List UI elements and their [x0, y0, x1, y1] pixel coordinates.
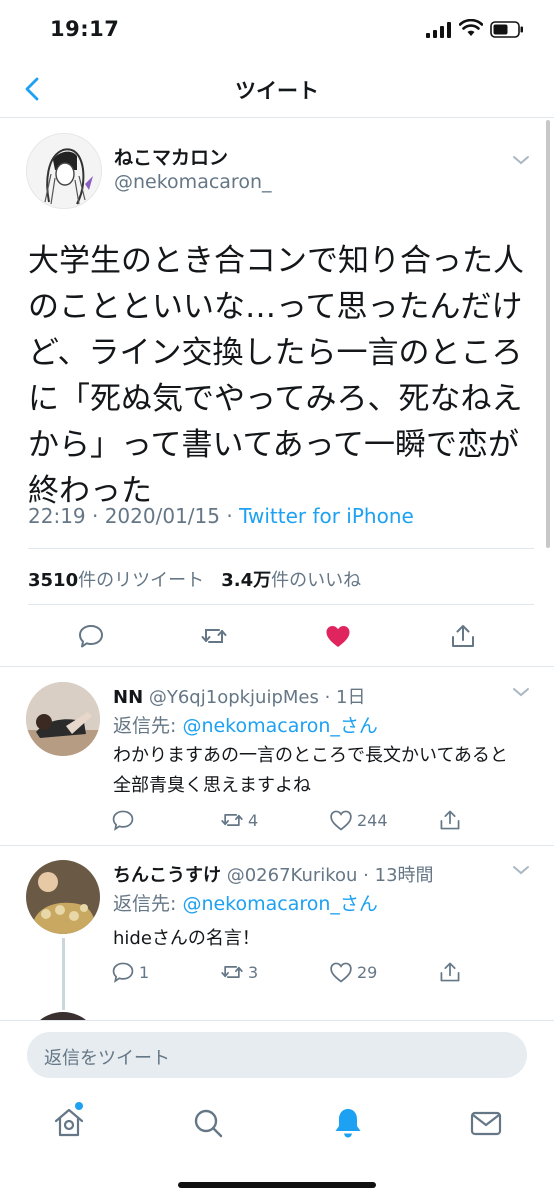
page-title: ツイート	[235, 79, 319, 103]
retweet-icon	[221, 814, 243, 826]
battery-icon	[490, 21, 523, 38]
tweet-timestamp: 22:19 · 2020/01/15 ·	[28, 504, 240, 528]
retweet-count: 4	[248, 810, 259, 830]
like-icon	[330, 962, 352, 983]
status-time: 19:17	[50, 17, 120, 41]
chevron-down-icon[interactable]	[511, 863, 531, 877]
signal-icon	[426, 22, 451, 38]
like-count: 29	[357, 962, 378, 982]
reply-input[interactable]: 返信をツイート	[27, 1032, 527, 1078]
chevron-down-icon[interactable]	[511, 685, 531, 699]
like-filled-icon[interactable]	[324, 622, 352, 650]
reply-reply-button[interactable]	[111, 808, 139, 832]
likes-label[interactable]: 件のいいね	[271, 570, 361, 591]
home-unread-dot	[75, 1102, 83, 1110]
divider	[0, 845, 554, 846]
home-indicator[interactable]	[178, 1182, 376, 1188]
divider	[0, 666, 554, 667]
reply-composer-bar: 返信をツイート	[0, 1020, 554, 1096]
likes-count[interactable]: 3.4万	[221, 570, 271, 591]
divider	[28, 548, 534, 549]
scrollbar[interactable]	[546, 120, 550, 548]
status-bar: 19:17	[0, 0, 554, 60]
retweet-count: 3	[248, 962, 259, 982]
notifications-icon[interactable]	[331, 1106, 365, 1140]
share-icon[interactable]	[449, 622, 477, 650]
avatar-illustration	[27, 134, 101, 208]
search-icon[interactable]	[191, 1106, 225, 1140]
reply-text: わかりますあの一言のところで長文かいてあると全部青臭く思えますよね	[113, 745, 508, 796]
reply-input-placeholder: 返信をツイート	[44, 1048, 170, 1069]
retweets-label[interactable]: 件のリツイート	[78, 570, 204, 591]
share-icon	[440, 810, 460, 830]
reply-like-button[interactable]: 244	[329, 808, 388, 832]
reply-mention-link[interactable]: @nekomacaron_さん	[182, 715, 377, 737]
reply-avatar[interactable]	[26, 682, 100, 756]
reply-author-name[interactable]: ちんこうすけ	[113, 865, 221, 886]
wifi-icon	[459, 19, 483, 36]
reply-context: 返信先: @nekomacaron_さん	[113, 889, 378, 916]
author-name[interactable]: ねこマカロン	[114, 143, 228, 170]
reply-author-name[interactable]: NN	[113, 687, 143, 708]
reply-prefix: 返信先:	[113, 715, 183, 737]
reply-header: ちんこうすけ @0267Kurikou · 13時間	[113, 861, 434, 887]
reply-icon	[112, 962, 134, 983]
reply-like-button[interactable]: 29	[329, 960, 377, 984]
reply-avatar[interactable]	[26, 860, 100, 934]
tweet-source-link[interactable]: Twitter for iPhone	[239, 504, 414, 528]
retweets-count[interactable]: 3510	[28, 570, 78, 591]
reply-prefix: 返信先:	[113, 893, 183, 915]
tweet-text: 大学生のとき合コンで知り合った人のことといいな…って思ったんだけど、ライン交換し…	[28, 243, 524, 509]
thread-connector	[62, 938, 65, 1010]
reply-retweet-button[interactable]: 3	[220, 960, 258, 984]
reply-text: hideさんの名言！	[113, 928, 260, 949]
retweet-icon	[221, 966, 243, 978]
author-handle[interactable]: @nekomacaron_	[114, 171, 271, 193]
reply-avatar-photo	[26, 682, 100, 756]
reply-context: 返信先: @nekomacaron_さん	[113, 711, 378, 738]
divider	[28, 604, 534, 605]
home-icon[interactable]	[52, 1106, 86, 1140]
reply-count: 1	[139, 962, 150, 982]
author-avatar[interactable]	[26, 133, 102, 209]
messages-icon[interactable]	[469, 1106, 503, 1140]
reply-handle-time[interactable]: @Y6qj1opkjuipMes · 1日	[143, 687, 366, 708]
reply-share-button[interactable]	[438, 808, 462, 832]
reply-icon	[112, 810, 134, 831]
retweet-icon[interactable]	[200, 622, 228, 650]
reply-retweet-button[interactable]: 4	[220, 808, 258, 832]
nav-bar: ツイート	[0, 60, 554, 118]
reply-handle-time[interactable]: @0267Kurikou · 13時間	[221, 865, 434, 886]
like-icon	[330, 810, 352, 831]
like-count: 244	[357, 810, 388, 830]
share-icon	[440, 962, 460, 982]
reply-avatar-photo	[26, 860, 100, 934]
reply-share-button[interactable]	[438, 960, 462, 984]
reply-mention-link[interactable]: @nekomacaron_さん	[182, 893, 377, 915]
chevron-down-icon[interactable]	[511, 153, 531, 167]
reply-icon[interactable]	[77, 622, 105, 650]
reply-header: NN @Y6qj1opkjuipMes · 1日	[113, 683, 366, 709]
reply-reply-button[interactable]: 1	[111, 960, 149, 984]
tweet-stats: 3510件のリツイート 3.4万件のいいね	[28, 566, 361, 592]
tweet-meta: 22:19 · 2020/01/15 · Twitter for iPhone	[28, 504, 414, 528]
